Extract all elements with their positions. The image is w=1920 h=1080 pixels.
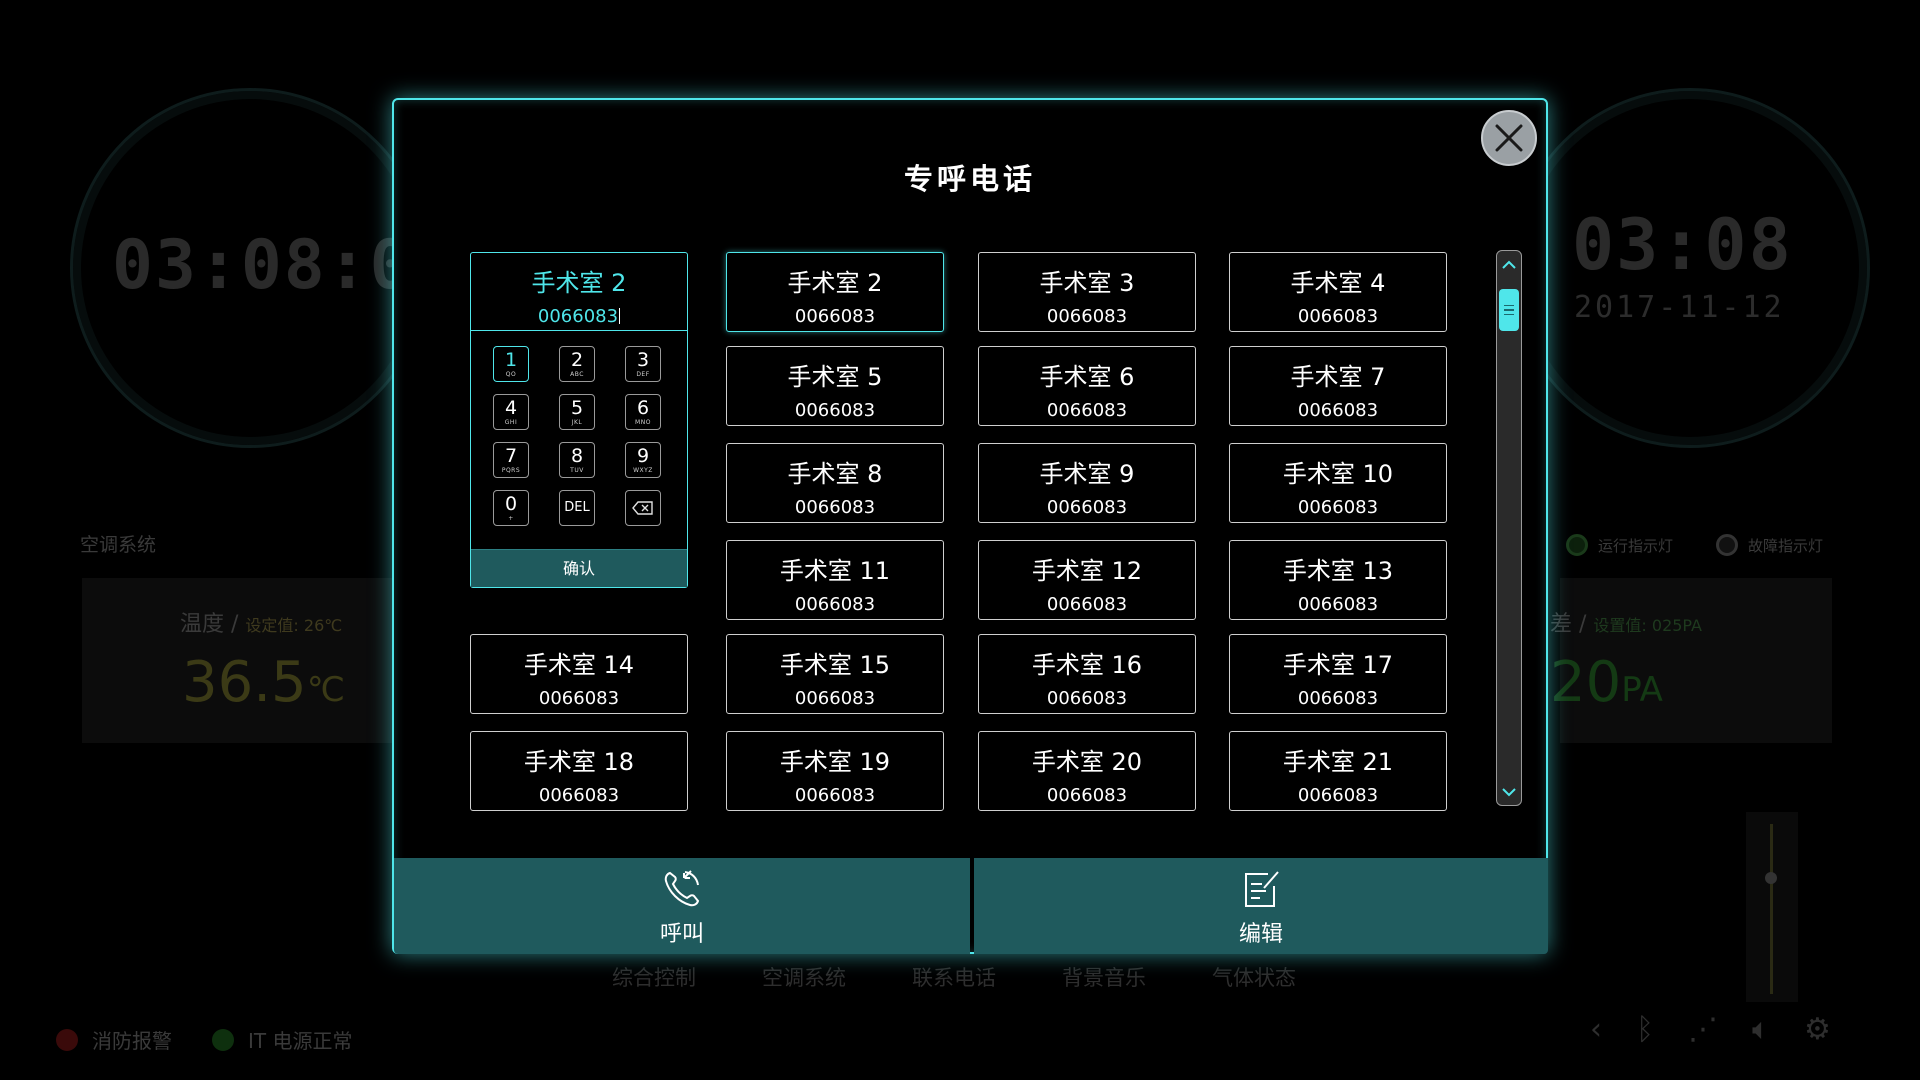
nav-item[interactable]: 背景音乐 xyxy=(1062,962,1146,992)
gear-icon[interactable]: ⚙︎ xyxy=(1804,1012,1831,1047)
nav-item[interactable]: 综合控制 xyxy=(612,962,696,992)
contact-list-scrollbar[interactable] xyxy=(1496,250,1522,806)
contact-card[interactable]: 手术室 2 0066083 xyxy=(726,252,944,332)
contact-card[interactable]: 手术室 12 0066083 xyxy=(978,540,1196,620)
contact-card[interactable]: 手术室 7 0066083 xyxy=(1229,346,1447,426)
dialer-display[interactable]: 手术室 2 0066083 xyxy=(471,253,687,331)
dialer-number-field[interactable]: 0066083 xyxy=(471,306,687,327)
pressure-label: 差 / 设置值: 025PA xyxy=(1550,612,1702,637)
fire-alarm-status: 消防报警 xyxy=(56,1025,172,1054)
edit-button[interactable]: 编辑 xyxy=(974,858,1548,954)
key-6[interactable]: 6 MNO xyxy=(625,394,661,430)
temperature-value: 36.5℃ xyxy=(182,650,345,715)
contact-card[interactable]: 手术室 16 0066083 xyxy=(978,634,1196,714)
power-status: IT 电源正常 xyxy=(212,1025,352,1054)
nav-item[interactable]: 联系电话 xyxy=(912,962,996,992)
contact-card[interactable]: 手术室 21 0066083 xyxy=(1229,731,1447,811)
volume-track xyxy=(1770,824,1773,994)
call-button[interactable]: 呼叫 xyxy=(394,858,970,954)
scroll-up-button[interactable] xyxy=(1497,251,1521,277)
edit-icon xyxy=(1245,871,1279,907)
confirm-button[interactable]: 确认 xyxy=(471,549,687,587)
call-label: 呼叫 xyxy=(659,922,704,947)
nav-item[interactable]: 空调系统 xyxy=(762,962,846,992)
fault-indicator-light xyxy=(1716,534,1738,556)
clock-right: 03:08 xyxy=(1572,204,1793,286)
contact-card[interactable]: 手术室 18 0066083 xyxy=(470,731,688,811)
keypad: 1 QO 2 ABC 3 DEF 4 GHI 5 JKL 6 MNO 7 PQRS 8 TUV … xyxy=(493,346,669,526)
key-9[interactable]: 9 WXYZ xyxy=(625,442,661,478)
fault-indicator: 故障指示灯 xyxy=(1716,534,1823,556)
backspace-key[interactable] xyxy=(625,490,661,526)
contact-card[interactable]: 手术室 3 0066083 xyxy=(978,252,1196,332)
scroll-down-button[interactable] xyxy=(1497,779,1521,805)
key-del[interactable]: DEL xyxy=(559,490,595,526)
system-icons: ‹ ᛒ ⋰ 🔈︎ ⚙︎ xyxy=(1590,1012,1831,1047)
section-title: 空调系统 xyxy=(80,534,157,556)
bottom-nav: 综合控制 空调系统 联系电话 背景音乐 气体状态 xyxy=(612,962,1296,992)
phone-call-icon xyxy=(664,870,700,907)
scroll-thumb[interactable] xyxy=(1499,289,1519,331)
close-button[interactable] xyxy=(1481,110,1537,166)
volume-slider[interactable] xyxy=(1746,812,1798,1002)
temperature-setpoint: 设定值: 26℃ xyxy=(245,616,343,635)
edit-label: 编辑 xyxy=(1238,922,1283,947)
contact-card[interactable]: 手术室 14 0066083 xyxy=(470,634,688,714)
power-led xyxy=(212,1028,234,1051)
dialog-title: 专呼电话 xyxy=(903,162,1036,196)
contact-card[interactable]: 手术室 11 0066083 xyxy=(726,540,944,620)
contact-card[interactable]: 手术室 6 0066083 xyxy=(978,346,1196,426)
temperature-label: 温度 / 设定值: 26℃ xyxy=(180,612,343,637)
key-8[interactable]: 8 TUV xyxy=(559,442,595,478)
running-indicator: 运行指示灯 xyxy=(1566,534,1673,556)
close-icon xyxy=(1495,124,1523,152)
contact-card[interactable]: 手术室 4 0066083 xyxy=(1229,252,1447,332)
key-4[interactable]: 4 GHI xyxy=(493,394,529,430)
signal-icon[interactable]: ⋰ xyxy=(1688,1012,1718,1047)
text-caret xyxy=(619,308,621,324)
key-5[interactable]: 5 JKL xyxy=(559,394,595,430)
back-icon[interactable]: ‹ xyxy=(1590,1012,1602,1047)
contact-card[interactable]: 手术室 20 0066083 xyxy=(978,731,1196,811)
key-7[interactable]: 7 PQRS xyxy=(493,442,529,478)
direct-call-dialog: 专呼电话 手术室 2 0066083 1 QO 2 ABC 3 DEF 4 GHI 5J… xyxy=(392,98,1548,954)
fire-alarm-led xyxy=(56,1028,78,1051)
contact-card[interactable]: 手术室 8 0066083 xyxy=(726,443,944,523)
pressure-setpoint: 设置值: 025PA xyxy=(1593,616,1702,635)
bluetooth-icon[interactable]: ᛒ xyxy=(1636,1012,1654,1047)
contact-card[interactable]: 手术室 9 0066083 xyxy=(978,443,1196,523)
pressure-value: 20PA xyxy=(1550,650,1663,715)
contact-card[interactable]: 手术室 10 0066083 xyxy=(1229,443,1447,523)
dialer-panel: 手术室 2 0066083 1 QO 2 ABC 3 DEF 4 GHI 5 JKL 6M… xyxy=(470,252,688,588)
key-0[interactable]: 0 + xyxy=(493,490,529,526)
key-3[interactable]: 3 DEF xyxy=(625,346,661,382)
contact-card[interactable]: 手术室 19 0066083 xyxy=(726,731,944,811)
dialer-contact-name: 手术室 2 xyxy=(531,269,627,297)
backspace-icon xyxy=(632,501,653,515)
nav-item[interactable]: 气体状态 xyxy=(1212,962,1296,992)
contact-card[interactable]: 手术室 13 0066083 xyxy=(1229,540,1447,620)
contact-card[interactable]: 手术室 17 0066083 xyxy=(1229,634,1447,714)
key-2[interactable]: 2 ABC xyxy=(559,346,595,382)
date-display: 2017-11-12 xyxy=(1574,290,1785,325)
contact-card[interactable]: 手术室 15 0066083 xyxy=(726,634,944,714)
scroll-thumb-grip-icon xyxy=(1504,304,1514,307)
running-indicator-light xyxy=(1566,534,1588,556)
contact-card[interactable]: 手术室 5 0066083 xyxy=(726,346,944,426)
chevron-up-icon xyxy=(1502,260,1516,269)
chevron-down-icon xyxy=(1502,787,1516,796)
key-1[interactable]: 1 QO xyxy=(493,346,529,382)
speaker-icon[interactable]: 🔈︎ xyxy=(1752,1012,1770,1047)
volume-knob[interactable] xyxy=(1765,872,1777,884)
